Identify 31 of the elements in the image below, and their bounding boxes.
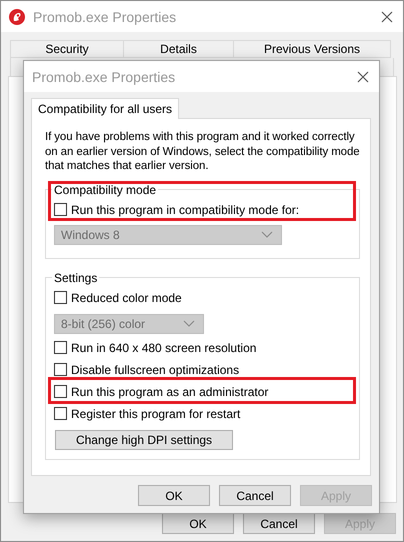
dialog-title: Promob.exe Properties bbox=[32, 68, 176, 84]
checkbox[interactable] bbox=[54, 203, 67, 216]
logo-icon bbox=[9, 8, 25, 24]
description-text: If you have problems with this program and it worked correctly on an earlier version of Windows, select the compatibility mode that matches that earlier version. bbox=[45, 130, 361, 174]
dialog-button[interactable]: Cancel bbox=[243, 513, 315, 534]
close-icon[interactable] bbox=[357, 70, 369, 82]
checkbox-label[interactable]: Disable fullscreen optimizations bbox=[71, 362, 240, 376]
tab[interactable]: Compatibility for all users bbox=[31, 98, 180, 119]
checkbox[interactable] bbox=[54, 291, 67, 304]
checkbox-label[interactable]: Run this program in compatibility mode for: bbox=[71, 202, 300, 216]
checkbox-label[interactable]: Register this program for restart bbox=[71, 406, 240, 420]
chevron-down-icon bbox=[261, 231, 273, 238]
settings-button[interactable]: Change high DPI settings bbox=[55, 430, 233, 450]
group-label: Settings bbox=[53, 270, 98, 284]
checkbox-label[interactable]: Run in 640 x 480 screen resolution bbox=[71, 340, 256, 354]
dialog-button[interactable]: Cancel bbox=[219, 485, 291, 506]
checkbox[interactable] bbox=[54, 385, 67, 398]
tab[interactable]: Details bbox=[123, 40, 234, 58]
checkbox-label[interactable]: Run this program as an administrator bbox=[71, 384, 268, 398]
checkbox-label[interactable]: Reduced color mode bbox=[71, 290, 182, 304]
checkbox[interactable] bbox=[54, 341, 67, 354]
group-label: Compatibility mode bbox=[53, 182, 158, 196]
tab[interactable]: Security bbox=[10, 40, 124, 58]
checkbox[interactable] bbox=[54, 407, 67, 420]
chevron-down-icon bbox=[183, 320, 195, 327]
dialog-button[interactable]: OK bbox=[138, 485, 210, 506]
checkbox[interactable] bbox=[54, 363, 67, 376]
close-icon[interactable] bbox=[381, 10, 393, 22]
dialog-button[interactable]: OK bbox=[162, 513, 234, 534]
window-title: Promob.exe Properties bbox=[33, 8, 178, 24]
tab[interactable]: Previous Versions bbox=[233, 40, 391, 58]
